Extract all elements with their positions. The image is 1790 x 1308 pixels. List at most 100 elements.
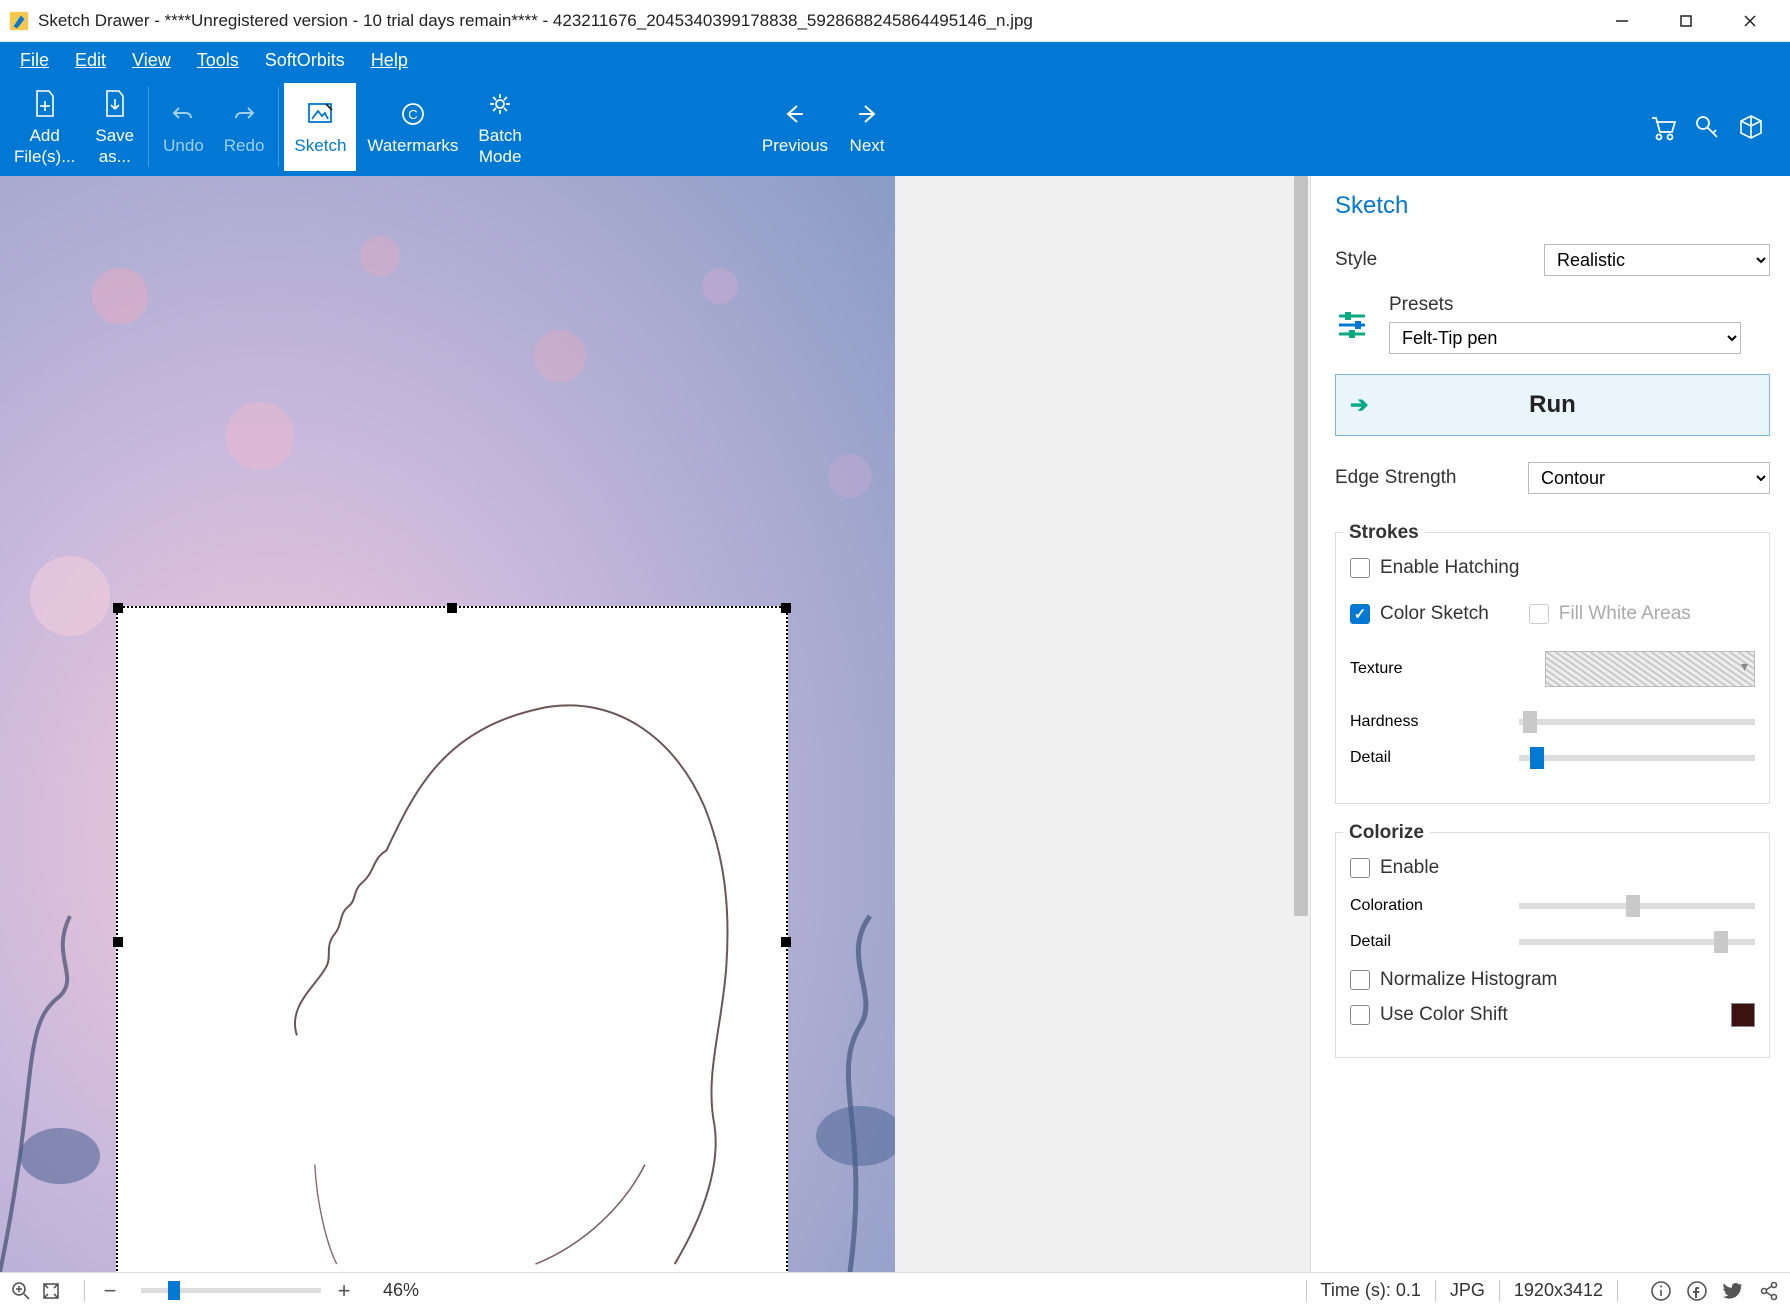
undo-icon: [171, 97, 195, 131]
selection-rect[interactable]: [116, 606, 788, 1272]
menu-tools[interactable]: Tools: [187, 46, 249, 75]
colorize-group: Enable Coloration Detail Normalize Histo…: [1335, 832, 1770, 1058]
cart-icon[interactable]: [1648, 112, 1678, 142]
slider-thumb[interactable]: [1530, 747, 1544, 769]
slider-thumb[interactable]: [1523, 711, 1537, 733]
presets-select[interactable]: Felt-Tip pen: [1389, 322, 1741, 354]
run-button[interactable]: ➔ Run: [1335, 374, 1770, 436]
zoom-percent: 46%: [383, 1280, 419, 1301]
menu-softorbits[interactable]: SoftOrbits: [255, 46, 355, 75]
color-sketch-checkbox[interactable]: [1350, 604, 1370, 624]
arrow-right-icon: [855, 97, 879, 131]
save-as-button[interactable]: Save as...: [85, 82, 144, 172]
add-file-icon: [32, 87, 58, 121]
menu-bar: File Edit View Tools SoftOrbits Help: [0, 42, 1790, 78]
cube-icon[interactable]: [1736, 112, 1766, 142]
window-title: Sketch Drawer - ****Unregistered version…: [38, 11, 1590, 31]
add-files-button[interactable]: Add File(s)...: [4, 82, 85, 172]
previous-button[interactable]: Previous: [752, 82, 838, 172]
minimize-button[interactable]: [1590, 0, 1654, 42]
menu-view[interactable]: View: [122, 46, 181, 75]
title-bar: Sketch Drawer - ****Unregistered version…: [0, 0, 1790, 42]
normalize-checkbox[interactable]: [1350, 970, 1370, 990]
gear-icon: [487, 87, 513, 121]
slider-thumb[interactable]: [1626, 895, 1640, 917]
strokes-title: Strokes: [1343, 522, 1425, 544]
sketch-icon: [306, 97, 334, 131]
canvas-area[interactable]: [0, 176, 1310, 1272]
slider-thumb[interactable]: [1714, 931, 1728, 953]
menu-file[interactable]: File: [10, 46, 59, 75]
status-time: Time (s): 0.1: [1321, 1280, 1421, 1301]
status-format: JPG: [1450, 1280, 1485, 1301]
coloration-label: Coloration: [1350, 897, 1423, 915]
zoom-fit-icon[interactable]: [40, 1280, 62, 1302]
fill-white-checkbox: [1529, 604, 1549, 624]
share-icon[interactable]: [1758, 1280, 1780, 1302]
sketch-preview: [118, 608, 786, 1272]
status-dims: 1920x3412: [1514, 1280, 1603, 1301]
handle-nw[interactable]: [113, 603, 123, 613]
strokes-group: Enable Hatching Color Sketch Fill White …: [1335, 532, 1770, 804]
svg-text:C: C: [408, 107, 417, 122]
enable-hatching-checkbox[interactable]: [1350, 558, 1370, 578]
coloration-slider[interactable]: [1519, 903, 1755, 909]
colorize-enable-checkbox[interactable]: [1350, 858, 1370, 878]
normalize-label: Normalize Histogram: [1380, 969, 1557, 991]
undo-button[interactable]: Undo: [153, 82, 214, 172]
hardness-label: Hardness: [1350, 713, 1418, 731]
run-arrow-icon: ➔: [1350, 392, 1368, 418]
texture-label: Texture: [1350, 660, 1402, 678]
status-bar: − + 46% Time (s): 0.1 JPG 1920x3412: [0, 1272, 1790, 1308]
facebook-icon[interactable]: [1686, 1280, 1708, 1302]
color-swatch[interactable]: [1731, 1003, 1755, 1027]
edge-strength-select[interactable]: Contour: [1528, 462, 1770, 494]
toolbar: Add File(s)... Save as... Undo Redo Sket…: [0, 78, 1790, 176]
colorize-detail-slider[interactable]: [1519, 939, 1755, 945]
arrow-left-icon: [783, 97, 807, 131]
watermarks-button[interactable]: C Watermarks: [357, 82, 468, 172]
texture-select[interactable]: [1545, 651, 1755, 687]
batch-mode-button[interactable]: Batch Mode: [468, 82, 531, 172]
zoom-slider[interactable]: [141, 1288, 321, 1293]
color-shift-checkbox[interactable]: [1350, 1005, 1370, 1025]
redo-icon: [232, 97, 256, 131]
sketch-button[interactable]: Sketch: [283, 82, 357, 172]
detail-label: Detail: [1350, 749, 1391, 767]
handle-e[interactable]: [781, 937, 791, 947]
close-button[interactable]: [1718, 0, 1782, 42]
save-icon: [102, 87, 128, 121]
handle-ne[interactable]: [781, 603, 791, 613]
key-icon[interactable]: [1692, 112, 1722, 142]
zoom-thumb[interactable]: [168, 1281, 180, 1300]
zoom-out-icon[interactable]: −: [99, 1280, 121, 1302]
menu-edit[interactable]: Edit: [65, 46, 116, 75]
next-button[interactable]: Next: [838, 82, 896, 172]
app-icon: [8, 10, 30, 32]
fill-white-label: Fill White Areas: [1559, 603, 1691, 625]
color-shift-label: Use Color Shift: [1380, 1004, 1508, 1026]
sketch-panel: Sketch Style Realistic Presets Felt-Tip …: [1310, 176, 1790, 1272]
panel-heading: Sketch: [1335, 192, 1770, 220]
scrollbar-thumb[interactable]: [1294, 176, 1308, 916]
main-area: Sketch Style Realistic Presets Felt-Tip …: [0, 176, 1790, 1272]
menu-help[interactable]: Help: [361, 46, 418, 75]
twitter-icon[interactable]: [1722, 1280, 1744, 1302]
info-icon[interactable]: [1650, 1280, 1672, 1302]
edge-strength-label: Edge Strength: [1335, 467, 1528, 489]
handle-w[interactable]: [113, 937, 123, 947]
enable-hatching-label: Enable Hatching: [1380, 557, 1519, 579]
watermarks-icon: C: [400, 97, 426, 131]
presets-label: Presets: [1389, 294, 1770, 316]
handle-n[interactable]: [447, 603, 457, 613]
zoom-actual-icon[interactable]: [10, 1280, 32, 1302]
redo-button[interactable]: Redo: [214, 82, 275, 172]
presets-icon: [1335, 307, 1369, 341]
detail-slider[interactable]: [1519, 755, 1755, 761]
style-label: Style: [1335, 249, 1544, 271]
maximize-button[interactable]: [1654, 0, 1718, 42]
style-select[interactable]: Realistic: [1544, 244, 1770, 276]
hardness-slider[interactable]: [1519, 719, 1755, 725]
zoom-in-icon[interactable]: +: [333, 1280, 355, 1302]
canvas-scrollbar[interactable]: [1292, 176, 1310, 1272]
